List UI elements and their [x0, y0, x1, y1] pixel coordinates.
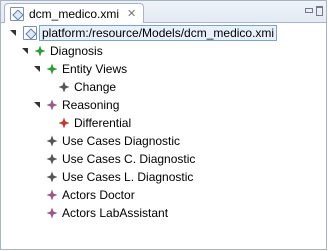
tree-item-differential[interactable]: Differential	[58, 114, 131, 132]
diamond-icon	[46, 171, 58, 183]
diamond-icon	[46, 135, 58, 147]
tree-item-label: Reasoning	[62, 98, 120, 112]
tree-item-entity-views[interactable]: Entity Views	[33, 60, 127, 78]
tree-item-label: Use Cases L. Diagnostic	[62, 170, 194, 184]
diamond-icon	[46, 99, 58, 111]
tree-item-label: Entity Views	[62, 62, 128, 76]
diamond-icon	[58, 117, 70, 129]
minimize-icon[interactable]	[305, 8, 313, 13]
tree-item-diagnosis[interactable]: Diagnosis	[21, 42, 103, 60]
resource-icon	[23, 26, 37, 40]
tree-item-use-cases-c-diagnostic[interactable]: Use Cases C. Diagnostic	[46, 150, 195, 168]
maximize-icon[interactable]	[315, 6, 323, 16]
tree-item-label: Actors Doctor	[62, 188, 135, 202]
diamond-icon	[46, 63, 58, 75]
editor-tab[interactable]: dcm_medico.xmi ✕	[4, 3, 144, 23]
tree-item-label: Diagnosis	[50, 44, 103, 58]
tab-title: dcm_medico.xmi	[29, 6, 120, 21]
tree-item-label: Differential	[74, 116, 132, 130]
expand-arrow-icon[interactable]	[21, 47, 30, 56]
tree-item-label: Use Cases Diagnostic	[62, 134, 181, 148]
model-tree: platform:/resource/Models/dcm_medico.xmi…	[1, 24, 326, 249]
diamond-icon	[46, 207, 58, 219]
tree-item-actors-doctor[interactable]: Actors Doctor	[46, 186, 135, 204]
diamond-icon	[46, 189, 58, 201]
tree-item-change[interactable]: Change	[58, 78, 116, 96]
tree-item-label: Change	[74, 80, 117, 94]
editor-panel: dcm_medico.xmi ✕ platform:/resource/Mode…	[0, 0, 327, 250]
expand-arrow-icon[interactable]	[33, 101, 42, 110]
close-icon[interactable]: ✕	[127, 7, 136, 20]
tree-item-use-cases-l-diagnostic[interactable]: Use Cases L. Diagnostic	[46, 168, 193, 186]
window-controls	[305, 6, 323, 16]
tree-item-label: Use Cases C. Diagnostic	[62, 152, 196, 166]
diamond-icon	[46, 153, 58, 165]
diamond-icon	[58, 81, 70, 93]
expand-arrow-icon[interactable]	[9, 29, 18, 38]
tree-item-use-cases-diagnostic[interactable]: Use Cases Diagnostic	[46, 132, 180, 150]
tree-root-label: platform:/resource/Models/dcm_medico.xmi	[39, 25, 278, 41]
editor-tab-bar: dcm_medico.xmi ✕	[1, 1, 326, 23]
tree-item-label: Actors LabAssistant	[62, 206, 169, 220]
expand-arrow-icon[interactable]	[33, 65, 42, 74]
tree-item-actors-labassistant[interactable]: Actors LabAssistant	[46, 204, 168, 222]
xmi-file-icon	[10, 6, 24, 21]
tree-root[interactable]: platform:/resource/Models/dcm_medico.xmi	[9, 24, 278, 42]
tree-item-reasoning[interactable]: Reasoning	[33, 96, 119, 114]
diamond-icon	[34, 45, 46, 57]
